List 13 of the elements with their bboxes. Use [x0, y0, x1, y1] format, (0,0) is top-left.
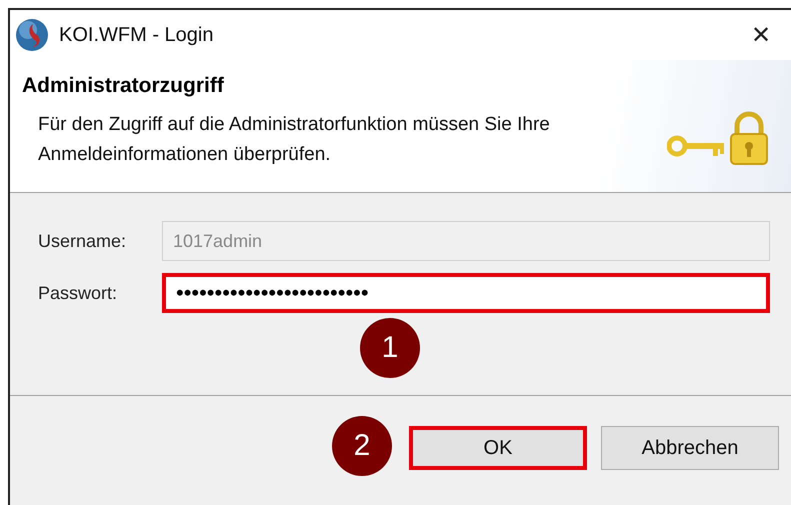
header-title: Administratorzugriff: [22, 74, 225, 98]
app-globe-icon: [15, 18, 49, 52]
field-label: Username:: [38, 230, 128, 252]
ok-button[interactable]: OK: [409, 426, 587, 470]
close-button[interactable]: ✕: [731, 15, 791, 55]
header-description: Für den Zugriff auf die Administratorfunktion müssen Sie Ihre Anmeldeinformationen überprüfen.: [37, 113, 551, 167]
field-label: Passwort:: [38, 282, 118, 304]
input-field[interactable]: •••••••••••••••••••••••••: [162, 273, 770, 313]
step-marker: 1: [360, 318, 420, 378]
step-marker: 2: [332, 416, 392, 476]
cancel-button[interactable]: Abbrechen: [601, 426, 779, 470]
key-lock-icon: [667, 110, 771, 168]
window-title: KOI.WFM - Login: [59, 24, 214, 46]
